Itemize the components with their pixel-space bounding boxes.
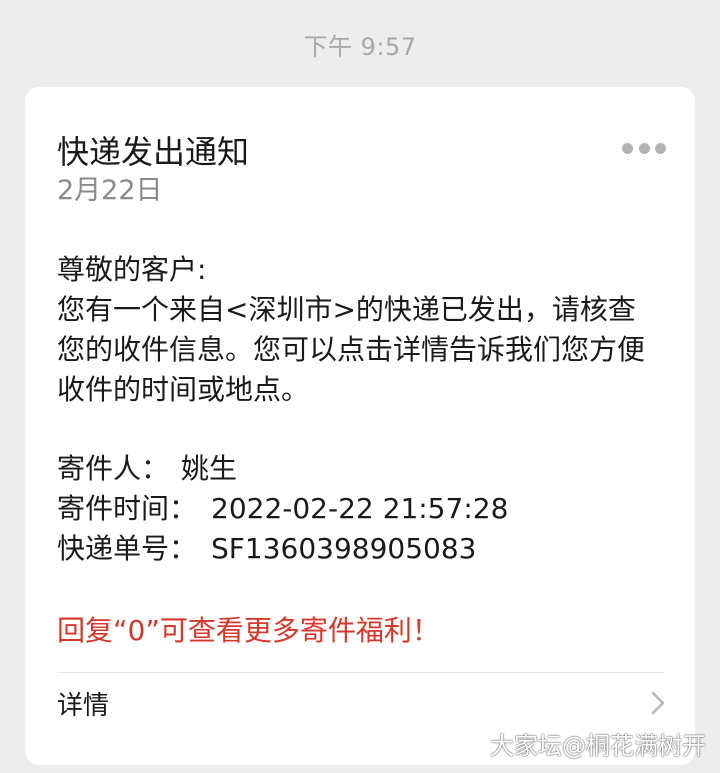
details-label: 详情 — [57, 690, 110, 721]
card-title: 快递发出通知 — [57, 133, 250, 171]
message-body: 您有一个来自<深圳市>的快递已发出，请核查您的收件信息。您可以点击详情告诉我们您… — [57, 293, 646, 406]
greeting-text: 尊敬的客户: — [57, 253, 207, 286]
sender-line: 寄件人： 姚生 — [57, 449, 237, 489]
ellipsis-icon-dot — [638, 142, 650, 154]
card-date: 2月22日 — [57, 175, 163, 206]
send-time-label: 寄件时间： — [57, 492, 198, 525]
details-link[interactable]: 详情 — [57, 683, 667, 723]
tracking-number-value: SF1360398905083 — [211, 532, 477, 565]
chevron-right-icon — [651, 691, 665, 715]
ellipsis-icon-dot — [655, 142, 666, 154]
message-timestamp: 下午 9:57 — [303, 33, 417, 61]
promo-text: 回复“0”可查看更多寄件福利！ — [57, 614, 440, 647]
watermark: 大家坛@桐花满树开 — [490, 732, 706, 760]
send-time-line: 寄件时间： 2022-02-22 21:57:28 — [57, 489, 508, 529]
send-time-value: 2022-02-22 21:57:28 — [211, 492, 509, 525]
sender-label: 寄件人： — [57, 452, 170, 485]
notification-card[interactable]: 快递发出通知 2月22日 尊敬的客户: 您有一个来自<深圳市>的快递已发出，请核… — [25, 87, 695, 765]
more-options-button[interactable] — [622, 141, 666, 155]
ellipsis-icon-dot — [622, 142, 633, 154]
tracking-number-label: 快递单号： — [57, 532, 198, 565]
tracking-number-line: 快递单号： SF1360398905083 — [57, 529, 476, 569]
divider — [57, 672, 664, 673]
sender-value: 姚生 — [181, 452, 238, 485]
